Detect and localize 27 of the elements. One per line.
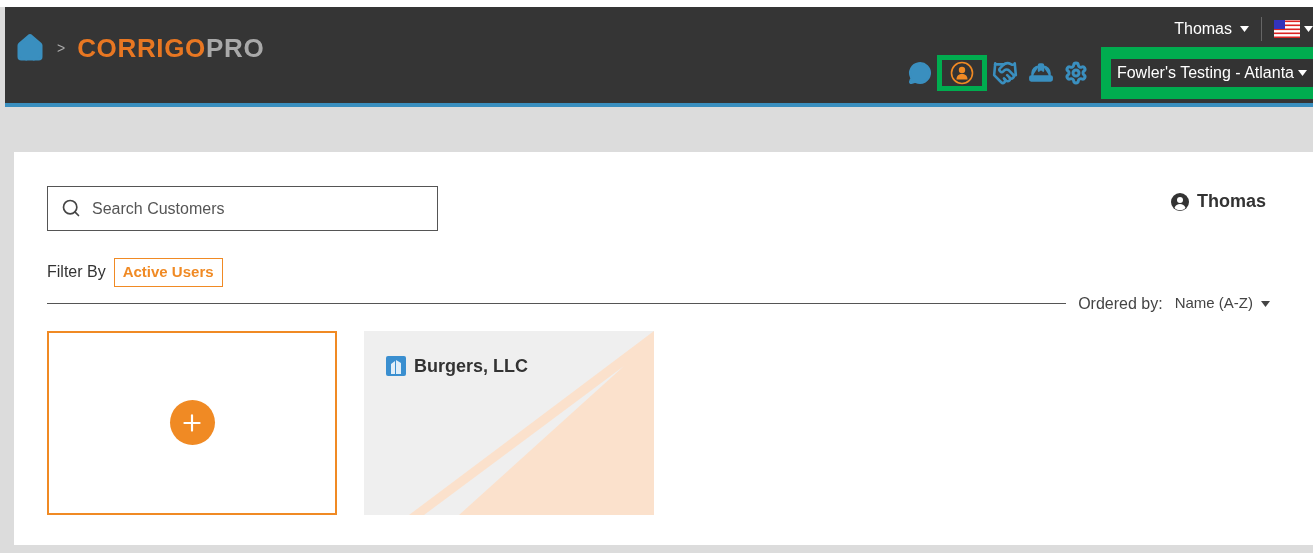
- home-icon[interactable]: [15, 33, 45, 63]
- caret-icon: [1304, 26, 1313, 32]
- customer-card[interactable]: Burgers, LLC: [364, 330, 654, 515]
- breadcrumb-separator: >: [57, 39, 66, 58]
- company-selector[interactable]: Fowler's Testing - Atlanta: [1110, 59, 1313, 87]
- search-icon: [61, 198, 81, 218]
- filter-label: Filter By: [47, 262, 106, 283]
- chat-icon[interactable]: [907, 61, 932, 85]
- logo-text: CORRIGO: [77, 31, 206, 65]
- customer-name: Burgers, LLC: [414, 354, 528, 378]
- building-icon: [386, 356, 406, 376]
- user-icon: [1171, 192, 1189, 211]
- caret-icon: [1261, 300, 1270, 307]
- search-field[interactable]: Search Customers: [47, 186, 438, 231]
- current-user: Thomas: [1197, 190, 1266, 213]
- flag-icon[interactable]: [1274, 20, 1300, 38]
- sort-dropdown[interactable]: Name (A-Z): [1174, 292, 1280, 315]
- logo-suffix: PRO: [205, 31, 265, 65]
- sort-label: Ordered by:: [1078, 293, 1163, 314]
- person-icon[interactable]: [949, 61, 974, 85]
- user-menu[interactable]: Thomas: [1174, 17, 1262, 41]
- add-customer-card[interactable]: [47, 330, 337, 515]
- caret-icon: [1298, 70, 1307, 76]
- settings-icon[interactable]: [1063, 61, 1088, 85]
- caret-icon: [1240, 26, 1249, 32]
- plus-icon: [169, 400, 215, 445]
- handshake-icon[interactable]: [991, 60, 1018, 86]
